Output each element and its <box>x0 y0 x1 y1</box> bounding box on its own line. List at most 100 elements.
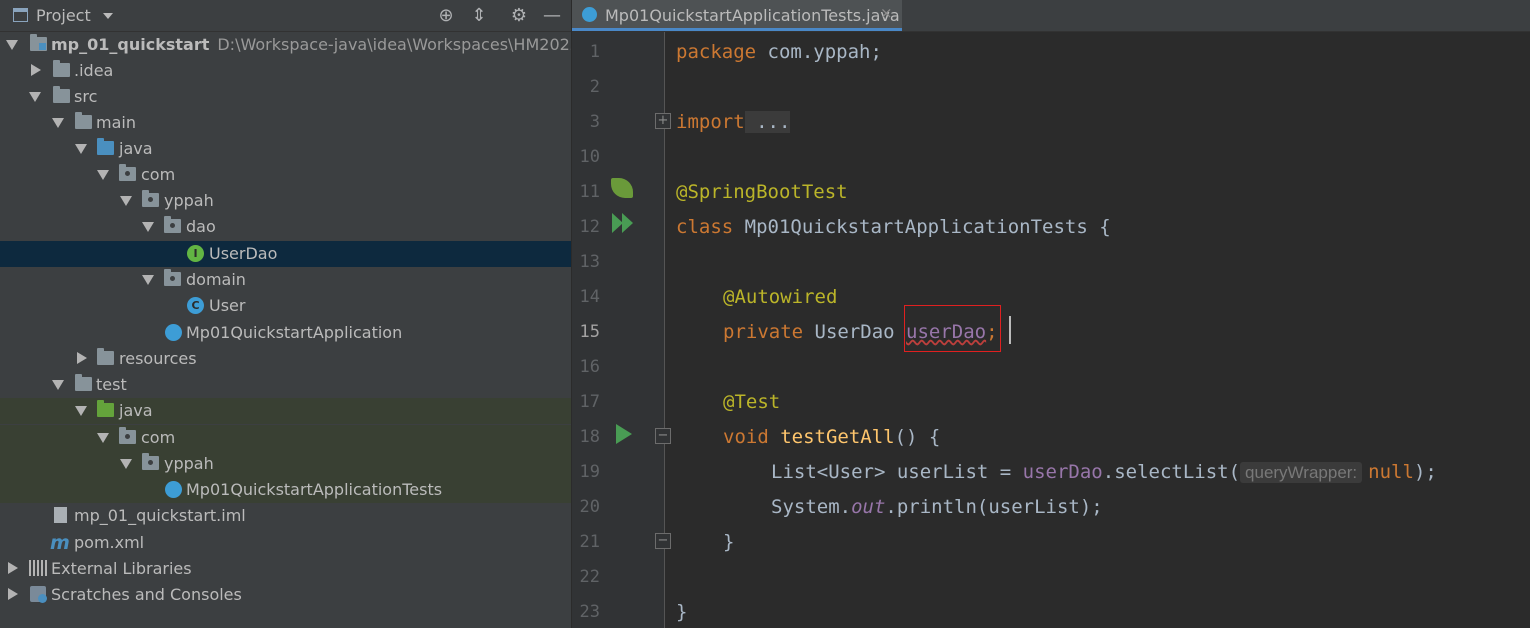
tree-item-domain[interactable]: domain <box>0 267 571 293</box>
keyword: package <box>676 41 757 63</box>
code-line[interactable]: class Mp01QuickstartApplicationTests { <box>676 211 1111 243</box>
chevron-down-icon[interactable] <box>120 196 132 206</box>
code-line[interactable]: @SpringBootTest <box>676 176 848 208</box>
tree-item-label: src <box>74 87 98 106</box>
tree-item-src[interactable]: src <box>0 84 571 110</box>
tree-item-label: com <box>141 165 176 184</box>
tree-item-mp01quickstartapplicationtests[interactable]: Mp01QuickstartApplicationTests <box>0 477 571 503</box>
line-number: 20 <box>579 497 600 517</box>
tree-item-pom[interactable]: m pom.xml <box>0 530 571 556</box>
tree-item-test-java[interactable]: java <box>0 398 571 424</box>
package-icon <box>164 216 181 233</box>
annotation: @Autowired <box>723 286 838 308</box>
collapse-all-icon[interactable]: ⇕ <box>468 5 490 27</box>
tree-item-iml[interactable]: mp_01_quickstart.iml <box>0 503 571 529</box>
tree-item-mp-01-quickstart[interactable]: mp_01_quickstart D:\Workspace-java\idea\W… <box>0 32 571 58</box>
tree-item-mp01quickstartapplication[interactable]: Mp01QuickstartApplication <box>0 320 571 346</box>
project-panel-title[interactable]: Project <box>36 6 91 25</box>
minimize-icon[interactable]: — <box>541 5 563 27</box>
chevron-down-icon[interactable] <box>6 40 18 50</box>
code-line[interactable]: @Autowired <box>723 281 837 313</box>
chevron-down-icon[interactable] <box>29 92 41 102</box>
tree-item-scratches[interactable]: Scratches and Consoles <box>0 582 571 608</box>
chevron-down-icon[interactable] <box>97 433 109 443</box>
run-test-icon[interactable] <box>616 424 632 444</box>
chevron-right-icon[interactable] <box>31 64 41 76</box>
fold-expand-icon[interactable]: + <box>655 113 671 129</box>
chevron-down-icon[interactable] <box>52 118 64 128</box>
test-source-folder-icon <box>97 400 114 417</box>
tree-item-resources[interactable]: resources <box>0 346 571 372</box>
code-line[interactable]: package com.yppah; <box>676 36 882 68</box>
line-number: 14 <box>579 287 600 307</box>
folder-icon <box>75 112 92 129</box>
editor-tab[interactable]: Mp01QuickstartApplicationTests.java × <box>572 0 902 31</box>
tree-item-idea[interactable]: .idea <box>0 58 571 84</box>
highlight-box <box>904 305 1001 352</box>
gear-icon[interactable]: ⚙ <box>508 5 530 27</box>
tree-item-label: com <box>141 428 176 447</box>
test-class-icon <box>165 481 182 498</box>
tree-item-label: .idea <box>74 61 114 80</box>
tree-item-com[interactable]: com <box>0 162 571 188</box>
line-number: 22 <box>579 567 600 587</box>
keyword: import <box>676 111 745 133</box>
chevron-down-icon[interactable] <box>97 170 109 180</box>
chevron-down-icon[interactable] <box>75 406 87 416</box>
tree-item-external-libraries[interactable]: External Libraries <box>0 556 571 582</box>
tree-item-yppah[interactable]: yppah <box>0 188 571 214</box>
static-field: out <box>851 496 886 518</box>
scratches-icon <box>30 586 47 603</box>
fold-end-icon[interactable]: − <box>655 533 671 549</box>
chevron-down-icon[interactable] <box>142 222 154 232</box>
tree-item-test[interactable]: test <box>0 372 571 398</box>
chevron-right-icon[interactable] <box>8 562 18 574</box>
project-panel-header: Project ⊕ ⇕ ⚙ — <box>0 0 571 32</box>
chevron-down-icon[interactable] <box>52 380 64 390</box>
line-number: 19 <box>579 462 600 482</box>
code-line[interactable]: import ... <box>676 106 791 138</box>
tree-item-test-yppah[interactable]: yppah <box>0 451 571 477</box>
chevron-down-icon[interactable] <box>75 144 87 154</box>
line-number: 17 <box>579 392 600 412</box>
keyword: null <box>1368 461 1414 483</box>
tree-item-test-com[interactable]: com <box>0 425 571 451</box>
code-line[interactable]: @Test <box>723 386 780 418</box>
chevron-down-icon[interactable] <box>103 13 113 19</box>
code-text: () { <box>894 426 941 448</box>
folded-imports[interactable]: ... <box>744 111 791 133</box>
chevron-down-icon[interactable] <box>142 275 154 285</box>
tree-item-dao[interactable]: dao <box>0 214 571 240</box>
tree-item-label: Scratches and Consoles <box>51 585 242 604</box>
code-text: System. <box>771 496 852 518</box>
code-line[interactable]: } <box>676 596 687 628</box>
chevron-right-icon[interactable] <box>8 588 18 600</box>
package-icon <box>142 190 159 207</box>
locate-target-icon[interactable]: ⊕ <box>435 5 457 27</box>
tree-item-main[interactable]: main <box>0 110 571 136</box>
spring-boot-class-icon <box>165 324 182 341</box>
tree-item-java[interactable]: java <box>0 136 571 162</box>
line-number: 3 <box>589 112 600 132</box>
tree-item-user[interactable]: C User <box>0 293 571 319</box>
annotation: @Test <box>723 391 781 413</box>
code-text: .selectList( <box>1102 461 1241 483</box>
chevron-down-icon[interactable] <box>120 459 132 469</box>
text-caret <box>1009 316 1011 344</box>
line-number: 18 <box>579 427 600 447</box>
chevron-right-icon[interactable] <box>77 352 87 364</box>
code-line[interactable]: } <box>723 526 734 558</box>
close-icon[interactable]: × <box>880 4 893 22</box>
project-panel: Project ⊕ ⇕ ⚙ — mp_01_quickstart D:\Works… <box>0 0 571 628</box>
iml-file-icon <box>54 507 67 523</box>
line-number: 12 <box>579 217 600 237</box>
maven-icon: m <box>50 532 70 554</box>
tree-item-label: dao <box>186 217 216 236</box>
code-line[interactable]: List<User> userList = userDao.selectList… <box>771 456 1437 488</box>
run-all-tests-icon[interactable] <box>622 213 633 233</box>
code-line[interactable]: void testGetAll() { <box>723 421 940 453</box>
code-line[interactable]: System.out.println(userList); <box>771 491 1103 523</box>
tree-item-userdao[interactable]: I UserDao <box>0 241 571 267</box>
folder-icon <box>75 374 92 391</box>
fold-collapse-icon[interactable]: − <box>655 428 671 444</box>
